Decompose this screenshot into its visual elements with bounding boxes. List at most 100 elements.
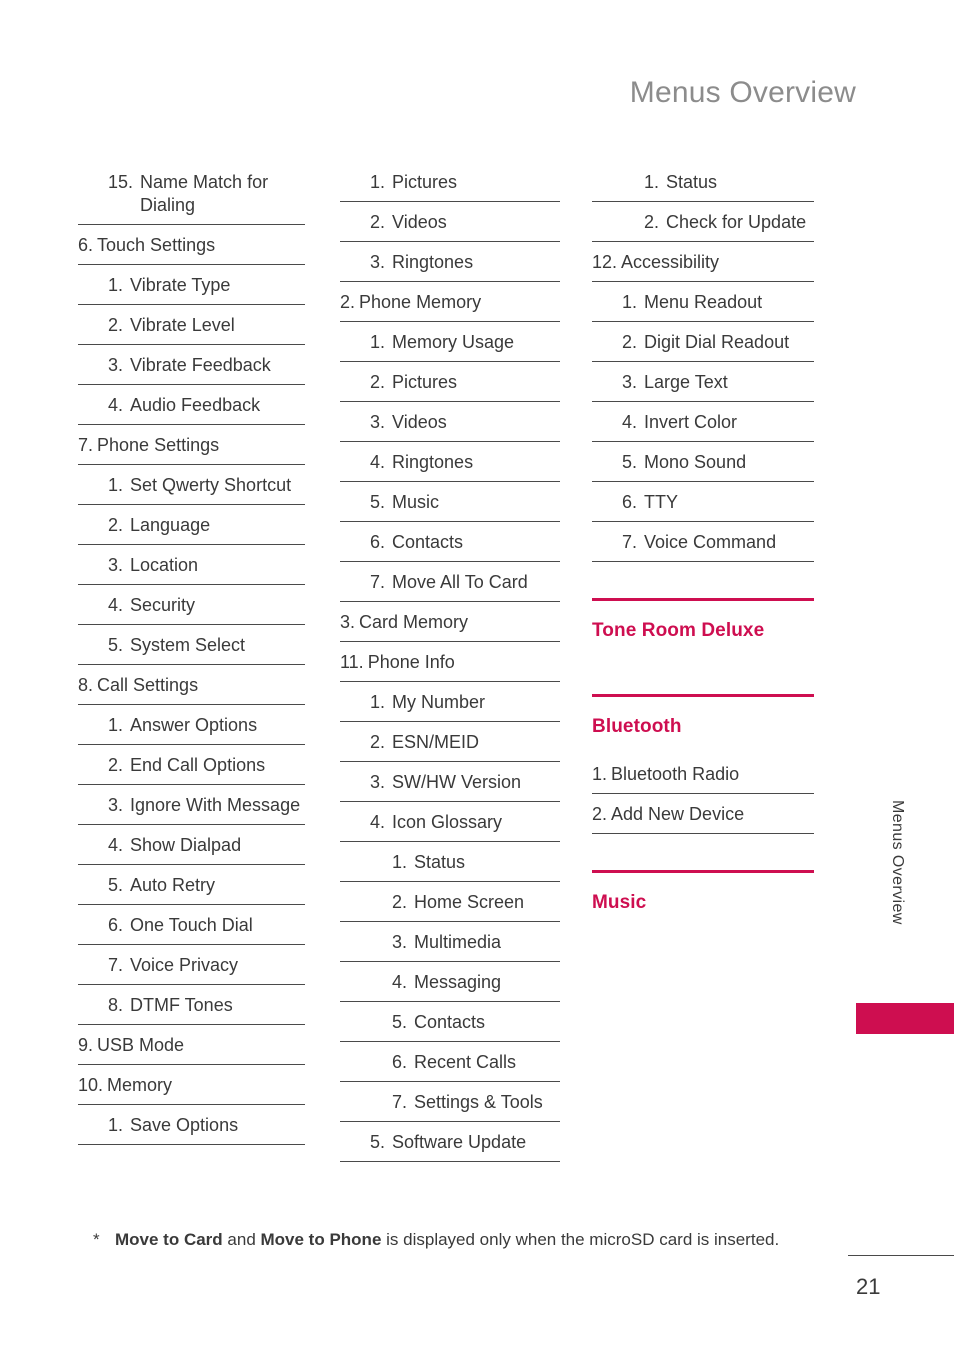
menu-row: 5. Music: [340, 482, 560, 522]
menu-row: 5. Software Update: [340, 1122, 560, 1162]
menu-row: 5. Mono Sound: [592, 442, 814, 482]
menu-row-number: 3.: [370, 412, 386, 432]
menu-row: 6. Contacts: [340, 522, 560, 562]
menu-row-label: Contacts: [392, 532, 464, 552]
menu-row-number: 2.: [622, 332, 638, 352]
menu-row-number: 3.: [370, 252, 386, 272]
section-title: Music: [592, 892, 647, 913]
menu-row-label: Voice Privacy: [130, 955, 239, 975]
menu-row-label: Language: [130, 515, 211, 535]
menu-row-label: End Call Options: [130, 755, 266, 775]
menu-row-label: Show Dialpad: [130, 835, 242, 855]
menu-row: 1. My Number: [340, 682, 560, 722]
menu-row-label: Status: [414, 852, 466, 872]
menu-row-number: 1.: [644, 172, 660, 192]
menu-row-label: ESN/MEID: [392, 732, 480, 752]
menu-row: 2. Digit Dial Readout: [592, 322, 814, 362]
menu-row-label: Ringtones: [392, 452, 474, 472]
menu-row-label: Voice Command: [644, 532, 777, 552]
footnote: * Move to Card and Move to Phone is disp…: [93, 1227, 823, 1252]
section-title: Bluetooth: [592, 716, 682, 737]
menu-row-number: 2.: [108, 755, 124, 775]
menu-row-number: 3.: [622, 372, 638, 392]
menu-row-label: Pictures: [392, 372, 458, 392]
menu-row-number: 5.: [370, 1132, 386, 1152]
menu-row: 6. One Touch Dial: [78, 905, 305, 945]
menu-row-label: Multimedia: [414, 932, 502, 952]
menu-row: 1. Set Qwerty Shortcut: [78, 465, 305, 505]
menu-row: 7. Voice Command: [592, 522, 814, 562]
menu-row-number: 6.: [78, 235, 94, 255]
menu-row-label: Memory: [107, 1075, 173, 1095]
menu-row-label: Invert Color: [644, 412, 738, 432]
menu-row-number: 15.: [108, 172, 134, 192]
menu-row-number: 4.: [370, 452, 386, 472]
menu-row-number: 4.: [108, 395, 124, 415]
menu-row: 1. Memory Usage: [340, 322, 560, 362]
menu-row: 3. Ringtones: [340, 242, 560, 282]
menu-row: 1. Answer Options: [78, 705, 305, 745]
side-tab-label: Menus Overview: [889, 800, 906, 925]
menu-row-number: 4.: [392, 972, 408, 992]
menu-row-number: 1.: [370, 332, 386, 352]
menu-row: 11. Phone Info: [340, 642, 560, 682]
menu-row: 4. Security: [78, 585, 305, 625]
menu-row: 2. Phone Memory: [340, 282, 560, 322]
menu-row-label: Name Match for Dialing: [140, 172, 269, 215]
menu-row-number: 7.: [108, 955, 124, 975]
menu-row-label: Large Text: [644, 372, 728, 392]
menu-row-label: Card Memory: [359, 612, 469, 632]
menu-row: 4. Audio Feedback: [78, 385, 305, 425]
menu-row-label: Security: [130, 595, 196, 615]
menu-column-3: 1. Status 2. Check for Update 12. Accessibili…: [592, 168, 814, 930]
menu-row-number: 1.: [622, 292, 638, 312]
menu-row: 1. Save Options: [78, 1105, 305, 1145]
menu-row-label: Location: [130, 555, 199, 575]
menu-row-number: 6.: [392, 1052, 408, 1072]
menu-row: 3. Large Text: [592, 362, 814, 402]
menu-row-number: 5.: [108, 875, 124, 895]
page-number: 21: [856, 1274, 881, 1299]
side-tab: Menus Overview: [830, 800, 954, 1060]
menu-row-number: 7.: [370, 572, 386, 592]
menu-row-label: Ignore With Message: [130, 795, 301, 815]
menu-row-number: 3.: [108, 555, 124, 575]
menu-row-label: Answer Options: [130, 715, 258, 735]
menu-row-label: Videos: [392, 412, 447, 432]
menu-row-label: Add New Device: [611, 804, 745, 824]
menu-row: 7. Settings & Tools: [340, 1082, 560, 1122]
menu-row-label: Move All To Card: [392, 572, 528, 592]
menu-row: 7. Voice Privacy: [78, 945, 305, 985]
menu-row-label: Touch Settings: [97, 235, 216, 255]
menu-row: 3. SW/HW Version: [340, 762, 560, 802]
menu-row-number: 2.: [370, 732, 386, 752]
menu-row-number: 11.: [340, 652, 364, 672]
menu-row-number: 2.: [370, 212, 386, 232]
menu-row-number: 1.: [108, 1115, 124, 1135]
footnote-body: Move to Card and Move to Phone is displa…: [115, 1227, 823, 1252]
menu-row-number: 10.: [78, 1075, 104, 1095]
menu-row: 1. Vibrate Type: [78, 265, 305, 305]
menu-row: 3. Multimedia: [340, 922, 560, 962]
menu-row: 5. Contacts: [340, 1002, 560, 1042]
menu-row-number: 5.: [108, 635, 124, 655]
menu-row-number: 7.: [392, 1092, 408, 1112]
menu-row-label: Check for Update: [666, 212, 807, 232]
menu-row-label: Call Settings: [97, 675, 199, 695]
menu-row-number: 8.: [108, 995, 124, 1015]
menu-row-label: Phone Info: [367, 652, 455, 672]
menu-row: 6. Recent Calls: [340, 1042, 560, 1082]
section-title: Tone Room Deluxe: [592, 620, 765, 641]
menu-row-number: 2.: [644, 212, 660, 232]
side-tab-color-bar: [856, 1003, 954, 1034]
menu-row: 9. USB Mode: [78, 1025, 305, 1065]
menu-row: 6. Touch Settings: [78, 225, 305, 265]
menu-row: 3. Videos: [340, 402, 560, 442]
menu-row: 3. Vibrate Feedback: [78, 345, 305, 385]
menu-row: 4. Messaging: [340, 962, 560, 1002]
menu-row: 7. Move All To Card: [340, 562, 560, 602]
menu-row-label: TTY: [644, 492, 679, 512]
menu-row-label: USB Mode: [97, 1035, 185, 1055]
menu-row-number: 3.: [392, 932, 408, 952]
menu-row-label: Memory Usage: [392, 332, 515, 352]
